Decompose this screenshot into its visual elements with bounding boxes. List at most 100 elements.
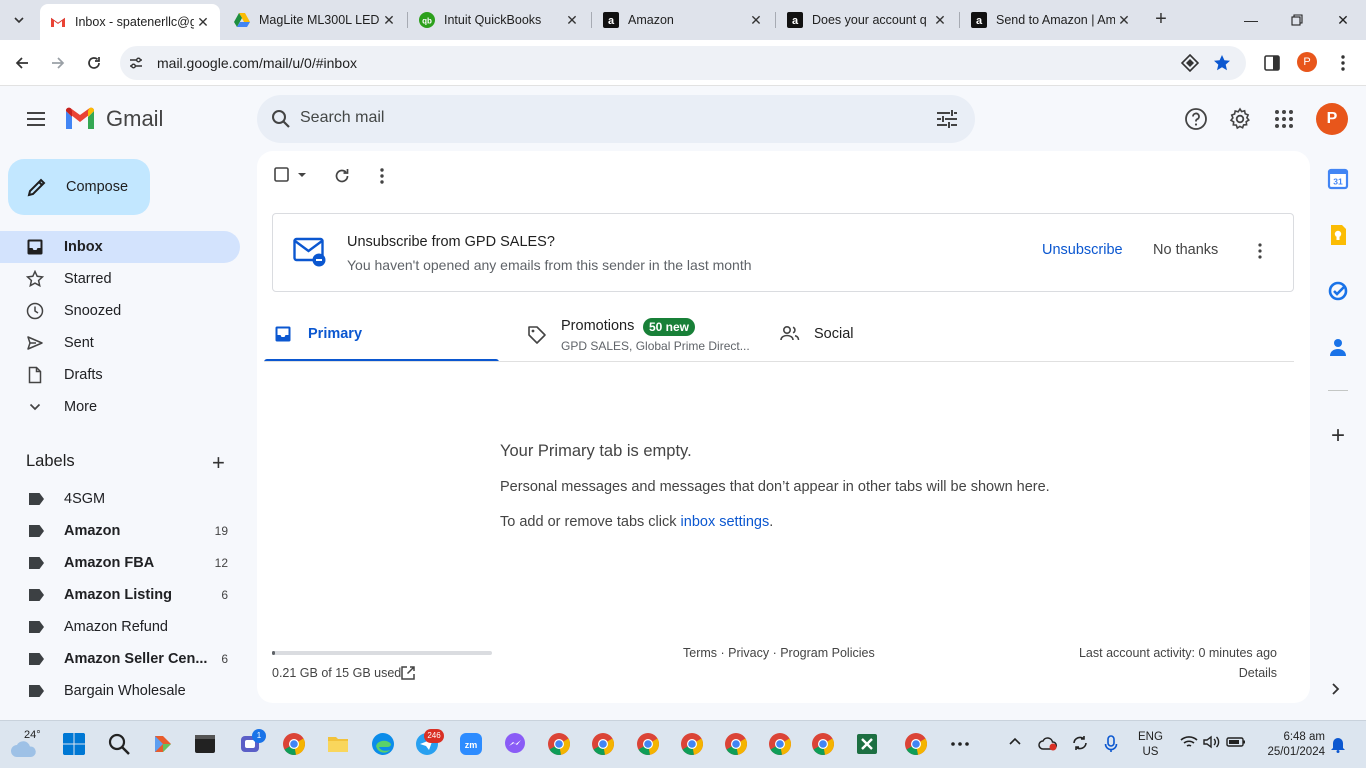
- back-button[interactable]: [10, 51, 34, 75]
- compose-button[interactable]: Compose: [8, 159, 150, 215]
- side-panel-icon[interactable]: [1263, 54, 1281, 72]
- show-side-panel-button[interactable]: [1330, 682, 1342, 701]
- browser-tab-gmail[interactable]: Inbox - spatenerllc@g ✕: [40, 4, 220, 40]
- label-item[interactable]: Amazon 19: [0, 515, 240, 547]
- tab-search-button[interactable]: [6, 8, 32, 32]
- messenger-icon[interactable]: [503, 732, 527, 756]
- create-label-button[interactable]: +: [212, 450, 225, 476]
- show-hidden-icons-chevron-icon[interactable]: [1008, 735, 1022, 749]
- minimize-button[interactable]: —: [1236, 8, 1266, 32]
- chrome-icon[interactable]: [282, 732, 306, 756]
- terminal-icon[interactable]: [193, 732, 217, 756]
- google-contacts-icon[interactable]: [1326, 335, 1350, 359]
- label-item[interactable]: Amazon Seller Cen... 6: [0, 643, 240, 675]
- inbox-settings-link[interactable]: inbox settings: [681, 514, 770, 530]
- tab-social[interactable]: Social: [770, 316, 970, 362]
- language-indicator[interactable]: ENG US: [1138, 730, 1163, 760]
- wifi-icon[interactable]: [1180, 735, 1198, 749]
- browser-tab-send-to-amazon[interactable]: a Send to Amazon | Am ✕: [961, 4, 1141, 36]
- browser-tab-amazon[interactable]: a Amazon ✕: [593, 4, 773, 36]
- external-link-icon[interactable]: [400, 665, 416, 681]
- nav-inbox[interactable]: Inbox: [0, 231, 240, 263]
- close-icon[interactable]: ✕: [931, 12, 949, 29]
- close-window-button[interactable]: ✕: [1328, 8, 1358, 32]
- account-avatar[interactable]: P: [1316, 103, 1348, 135]
- google-apps-grid-icon[interactable]: [1272, 107, 1296, 131]
- zoom-icon[interactable]: zm: [459, 732, 483, 756]
- google-keep-icon[interactable]: [1326, 223, 1350, 247]
- sync-icon[interactable]: [1071, 735, 1089, 751]
- chrome-profile-icon[interactable]: [591, 732, 615, 756]
- close-icon[interactable]: ✕: [563, 12, 581, 29]
- file-explorer-icon[interactable]: [326, 732, 350, 756]
- browser-tab-quickbooks[interactable]: qb Intuit QuickBooks ✕: [409, 4, 589, 36]
- taskbar-search-icon[interactable]: [107, 732, 131, 756]
- tab-primary[interactable]: Primary: [264, 316, 499, 362]
- settings-gear-icon[interactable]: [1228, 107, 1252, 131]
- search-input[interactable]: Search mail: [300, 109, 384, 127]
- close-icon[interactable]: ✕: [1115, 12, 1133, 29]
- system-clock[interactable]: 6:48 am 25/01/2024: [1255, 730, 1325, 760]
- select-all-checkbox[interactable]: [274, 167, 308, 186]
- chrome-profile-icon[interactable]: [724, 732, 748, 756]
- new-tab-button[interactable]: +: [1150, 8, 1172, 32]
- no-thanks-button[interactable]: No thanks: [1153, 242, 1218, 258]
- excel-icon[interactable]: [855, 732, 879, 756]
- chrome-profile-icon[interactable]: [547, 732, 571, 756]
- chrome-profile-icon[interactable]: [636, 732, 660, 756]
- hamburger-menu-icon[interactable]: [24, 107, 48, 131]
- nav-more[interactable]: More: [0, 391, 240, 423]
- get-addons-button[interactable]: +: [1327, 422, 1349, 450]
- label-item[interactable]: Amazon Listing 6: [0, 579, 240, 611]
- search-bar[interactable]: Search mail: [257, 95, 975, 143]
- refresh-icon[interactable]: [333, 167, 351, 185]
- details-link[interactable]: Details: [1239, 666, 1277, 680]
- google-tasks-icon[interactable]: [1326, 279, 1350, 303]
- notification-bell-icon[interactable]: [1330, 735, 1346, 753]
- help-icon[interactable]: [1184, 107, 1208, 131]
- browser-tab-amazon-account[interactable]: a Does your account q ✕: [777, 4, 957, 36]
- more-vertical-icon[interactable]: [374, 167, 390, 185]
- chrome-profile-icon[interactable]: [680, 732, 704, 756]
- label-item[interactable]: Amazon FBA 12: [0, 547, 240, 579]
- edge-icon[interactable]: [371, 732, 395, 756]
- microsoft-365-icon[interactable]: [151, 732, 175, 756]
- chrome-profile-icon[interactable]: [904, 732, 928, 756]
- label-item[interactable]: Bargain Wholesale: [0, 675, 240, 707]
- label-item[interactable]: Amazon Refund: [0, 611, 240, 643]
- nav-snoozed[interactable]: Snoozed: [0, 295, 240, 327]
- more-apps-icon[interactable]: [948, 732, 972, 756]
- close-icon[interactable]: ✕: [747, 12, 765, 29]
- microphone-icon[interactable]: [1104, 735, 1118, 753]
- chrome-profile-icon[interactable]: [811, 732, 835, 756]
- label-item[interactable]: 4SGM: [0, 483, 240, 515]
- restore-button[interactable]: [1282, 8, 1312, 32]
- chrome-profile-icon[interactable]: [768, 732, 792, 756]
- gmail-logo[interactable]: Gmail: [64, 106, 163, 132]
- forward-button[interactable]: [46, 51, 70, 75]
- bookmark-star-icon[interactable]: [1213, 54, 1231, 72]
- volume-icon[interactable]: [1203, 735, 1221, 749]
- nav-drafts[interactable]: Drafts: [0, 359, 240, 391]
- footer-links[interactable]: Terms · Privacy · Program Policies: [683, 646, 875, 660]
- search-options-icon[interactable]: [936, 109, 958, 129]
- site-info-icon[interactable]: [128, 55, 144, 71]
- search-icon[interactable]: [269, 107, 293, 131]
- battery-icon[interactable]: [1226, 735, 1246, 749]
- windows-start-icon[interactable]: [62, 732, 86, 756]
- kebab-menu-icon[interactable]: [1335, 54, 1351, 72]
- close-icon[interactable]: ✕: [194, 14, 212, 31]
- onedrive-icon[interactable]: [1038, 735, 1058, 751]
- browser-profile-avatar[interactable]: P: [1297, 52, 1317, 72]
- tab-promotions[interactable]: Promotions 50 new GPD SALES, Global Prim…: [517, 316, 757, 362]
- google-calendar-icon[interactable]: 31: [1326, 167, 1350, 191]
- nav-sent[interactable]: Sent: [0, 327, 240, 359]
- unsubscribe-button[interactable]: Unsubscribe: [1042, 242, 1123, 258]
- browser-tab-drive[interactable]: MagLite ML300L LED ✕: [224, 4, 406, 36]
- reload-button[interactable]: [82, 51, 106, 75]
- extension-icon[interactable]: [1181, 54, 1199, 72]
- more-vertical-icon[interactable]: [1255, 242, 1265, 260]
- address-bar[interactable]: mail.google.com/mail/u/0/#inbox: [120, 46, 1246, 80]
- close-icon[interactable]: ✕: [380, 12, 398, 29]
- nav-starred[interactable]: Starred: [0, 263, 240, 295]
